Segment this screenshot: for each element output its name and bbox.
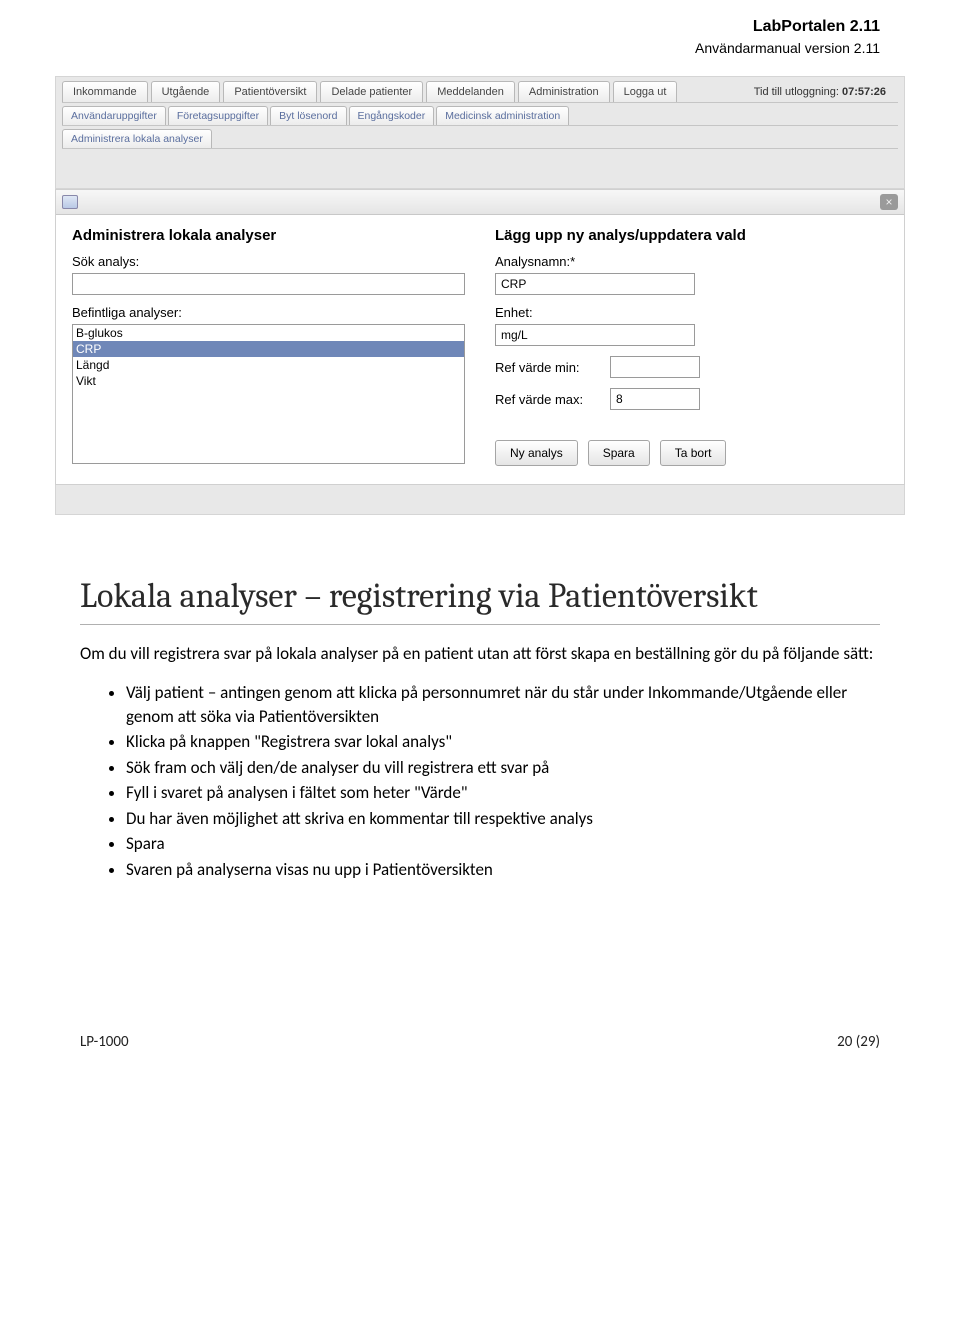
doc-title: LabPortalen 2.11 xyxy=(0,18,880,36)
list-item[interactable]: CRP xyxy=(73,341,464,357)
main-tabs-row: Inkommande Utgående Patientöversikt Dela… xyxy=(56,77,904,102)
subtab-engangskoder[interactable]: Engångskoder xyxy=(349,106,435,125)
sub-tabs-row: Användaruppgifter Företagsuppgifter Byt … xyxy=(56,103,904,125)
subtab-foretagsuppgifter[interactable]: Företagsuppgifter xyxy=(168,106,268,125)
tab-inkommande[interactable]: Inkommande xyxy=(62,81,148,102)
refmin-input[interactable] xyxy=(610,356,700,378)
close-icon[interactable]: × xyxy=(880,194,898,210)
list-item: Fyll i svaret på analysen i fältet som h… xyxy=(126,781,880,804)
dialog-left-col: Administrera lokala analyser Sök analys:… xyxy=(72,227,465,466)
save-button[interactable]: Spara xyxy=(588,440,650,466)
admin-dialog: × Administrera lokala analyser Sök analy… xyxy=(55,189,905,485)
app-screenshot-chrome: Inkommande Utgående Patientöversikt Dela… xyxy=(55,76,905,189)
subtab3-administrera-lokala-analyser[interactable]: Administrera lokala analyser xyxy=(62,129,212,148)
existing-label: Befintliga analyser: xyxy=(72,305,465,320)
article-body: Lokala analyser – registrering via Patie… xyxy=(0,515,960,881)
logout-countdown: Tid till utloggning: 07:57:26 xyxy=(754,86,898,98)
list-item: Du har även möjlighet att skriva en komm… xyxy=(126,807,880,830)
new-analysis-button[interactable]: Ny analys xyxy=(495,440,578,466)
refmax-input[interactable] xyxy=(610,388,700,410)
article-heading: Lokala analyser – registrering via Patie… xyxy=(80,575,880,625)
dialog-right-col: Lägg upp ny analys/uppdatera vald Analys… xyxy=(495,227,888,466)
right-heading: Lägg upp ny analys/uppdatera vald xyxy=(495,227,888,244)
app-body-bg-bottom xyxy=(55,485,905,515)
dialog-content: Administrera lokala analyser Sök analys:… xyxy=(56,215,904,484)
doc-header: LabPortalen 2.11 Användarmanual version … xyxy=(0,0,960,66)
tab-utgaende[interactable]: Utgående xyxy=(151,81,221,102)
doc-subtitle: Användarmanual version 2.11 xyxy=(0,40,880,56)
subtab-medicinsk-administration[interactable]: Medicinsk administration xyxy=(436,106,569,125)
tab-patientoversikt[interactable]: Patientöversikt xyxy=(223,81,317,102)
subtab-anvandaruppgifter[interactable]: Användaruppgifter xyxy=(62,106,166,125)
analysname-label: Analysnamn:* xyxy=(495,254,888,269)
unit-input[interactable] xyxy=(495,324,695,346)
left-heading: Administrera lokala analyser xyxy=(72,227,465,244)
search-input[interactable] xyxy=(72,273,465,295)
window-icon xyxy=(62,195,78,209)
search-label: Sök analys: xyxy=(72,254,465,269)
app-body-bg xyxy=(62,148,898,188)
list-item: Klicka på knappen "Registrera svar lokal… xyxy=(126,730,880,753)
subtab-byt-losenord[interactable]: Byt lösenord xyxy=(270,106,346,125)
list-item: Spara xyxy=(126,832,880,855)
existing-analyses-listbox[interactable]: B-glukosCRPLängdVikt xyxy=(72,324,465,464)
logout-prefix: Tid till utloggning: xyxy=(754,86,842,98)
list-item: Välj patient – antingen genom att klicka… xyxy=(126,681,880,728)
logout-time: 07:57:26 xyxy=(842,86,886,98)
tab-delade-patienter[interactable]: Delade patienter xyxy=(320,81,423,102)
list-item[interactable]: Vikt xyxy=(73,373,464,389)
list-item[interactable]: B-glukos xyxy=(73,325,464,341)
footer-right: 20 (29) xyxy=(837,1033,880,1051)
tab-meddelanden[interactable]: Meddelanden xyxy=(426,81,515,102)
dialog-titlebar: × xyxy=(56,190,904,215)
tab-administration[interactable]: Administration xyxy=(518,81,610,102)
delete-button[interactable]: Ta bort xyxy=(660,440,727,466)
unit-label: Enhet: xyxy=(495,305,888,320)
refmax-label: Ref värde max: xyxy=(495,392,600,407)
dialog-button-row: Ny analys Spara Ta bort xyxy=(495,440,888,466)
list-item: Svaren på analyserna visas nu upp i Pati… xyxy=(126,858,880,881)
footer-left: LP-1000 xyxy=(80,1033,129,1051)
list-item[interactable]: Längd xyxy=(73,357,464,373)
article-intro: Om du vill registrera svar på lokala ana… xyxy=(80,643,880,666)
refmin-label: Ref värde min: xyxy=(495,360,600,375)
sub-tabs3-row: Administrera lokala analyser xyxy=(56,126,904,148)
tab-logga-ut[interactable]: Logga ut xyxy=(613,81,678,102)
list-item: Sök fram och välj den/de analyser du vil… xyxy=(126,756,880,779)
page-footer: LP-1000 20 (29) xyxy=(0,883,960,1081)
article-bullets: Välj patient – antingen genom att klicka… xyxy=(80,681,880,881)
analysname-input[interactable] xyxy=(495,273,695,295)
